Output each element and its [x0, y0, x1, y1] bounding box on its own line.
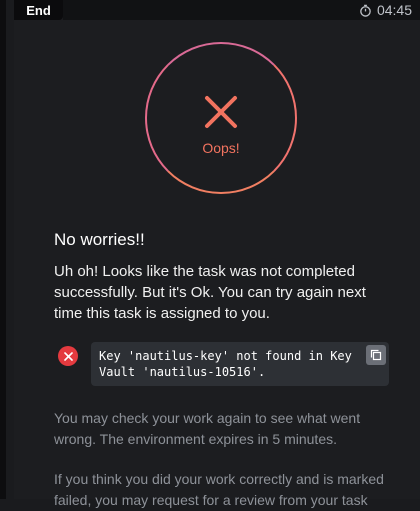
tab-end[interactable]: End	[14, 0, 63, 20]
review-hint: If you think you did your work correctly…	[54, 471, 384, 508]
result-title: No worries!!	[54, 230, 145, 249]
stopwatch-icon	[360, 4, 371, 17]
error-text: Key 'nautilus-key' not found in Key Vaul…	[99, 349, 352, 379]
result-message: Uh oh! Looks like the task was not compl…	[54, 263, 366, 322]
x-icon	[205, 96, 237, 128]
copy-button[interactable]	[366, 345, 386, 365]
left-edge	[0, 0, 6, 499]
tab-bar	[63, 0, 350, 20]
error-code-box: Key 'nautilus-key' not found in Key Vaul…	[91, 342, 389, 386]
close-icon	[63, 351, 73, 361]
status-label: Oops!	[202, 140, 240, 156]
error-badge	[58, 346, 78, 366]
timer-value: 04:45	[376, 2, 412, 18]
countdown-timer: 04:45	[350, 0, 420, 20]
check-work-hint: You may check your work again to see wha…	[54, 410, 361, 447]
copy-icon	[370, 349, 382, 361]
